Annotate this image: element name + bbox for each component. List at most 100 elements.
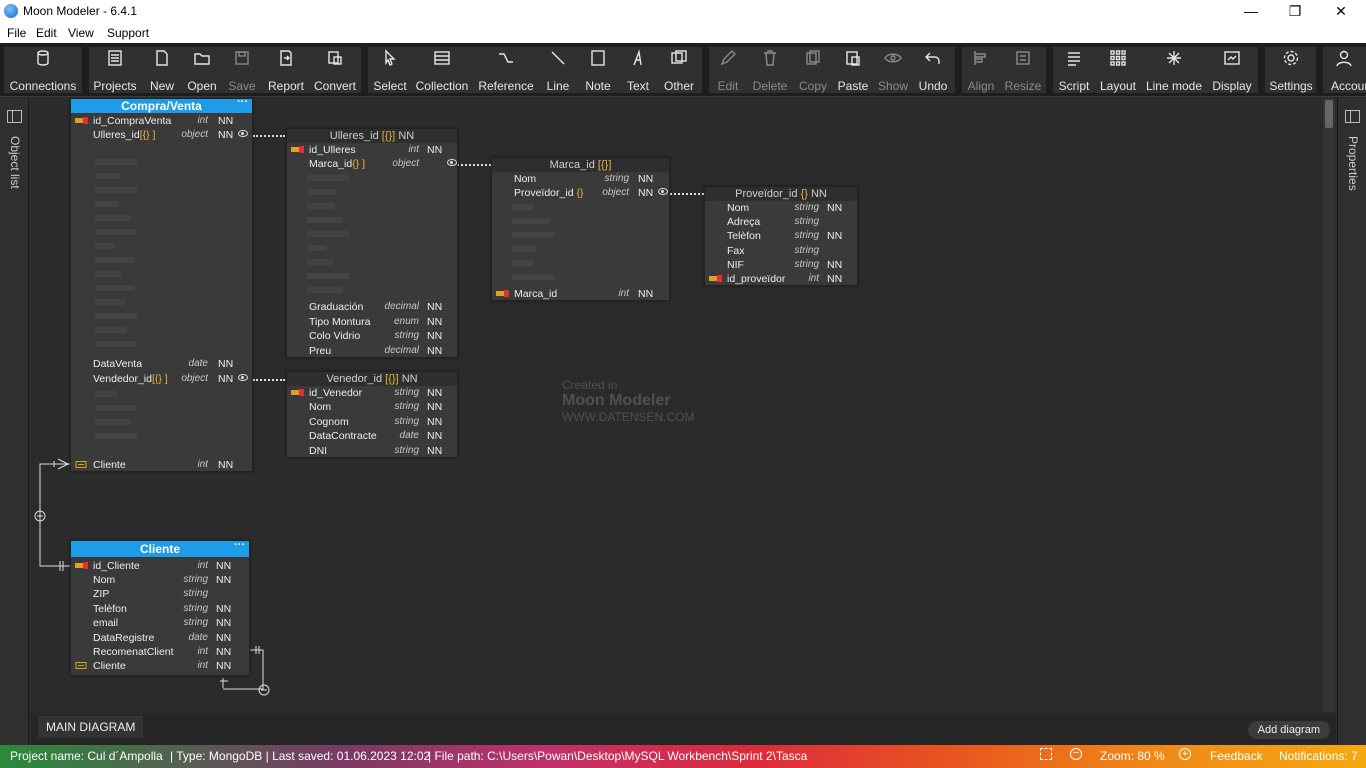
field-row[interactable]: DataContracte date NN <box>287 429 457 443</box>
field-row[interactable]: Preu decimal NN <box>287 344 457 358</box>
align-button[interactable]: Align <box>964 43 998 93</box>
field-row[interactable]: Telèfon string NN <box>705 229 857 243</box>
field-row[interactable]: Tipo Montura enum NN <box>287 315 457 329</box>
delete-button[interactable]: Delete <box>750 43 790 93</box>
new-button[interactable]: New <box>144 43 180 93</box>
report-button[interactable]: Report <box>264 43 308 93</box>
script-button[interactable]: Script <box>1055 43 1093 93</box>
paste-button[interactable]: Paste <box>834 43 872 93</box>
entity-proveidor[interactable]: Proveïdor_id {} NN Nom string NN Adreça … <box>704 186 858 286</box>
settings-button[interactable]: Settings <box>1266 43 1316 93</box>
vertical-scrollbar[interactable] <box>1323 98 1335 712</box>
object-list-panel[interactable]: Object list <box>0 98 29 745</box>
diagram-canvas[interactable]: Created in Moon Modeler WWW.DATENSEN.COM… <box>30 98 1322 714</box>
field-row[interactable]: Colo Vidrio string NN <box>287 329 457 343</box>
entity-header[interactable]: Proveïdor_id {} NN <box>705 187 857 201</box>
fit-screen-icon[interactable] <box>1040 748 1052 760</box>
menu-view[interactable]: View <box>68 26 94 40</box>
entity-header[interactable]: Marca_id [{}] <box>492 158 669 172</box>
eye-icon[interactable] <box>447 159 457 166</box>
maximize-button[interactable]: ❐ <box>1272 0 1318 24</box>
note-button[interactable]: Note <box>580 43 616 93</box>
field-row[interactable]: id_Ulleres int NN <box>287 143 457 157</box>
entity-venedor[interactable]: Venedor_id [{}] NN id_Venedor string NN … <box>286 371 458 458</box>
collection-button[interactable]: Collection <box>414 43 470 93</box>
text-button[interactable]: Text <box>620 43 656 93</box>
layout-button[interactable]: Layout <box>1097 43 1139 93</box>
display-button[interactable]: Display <box>1209 43 1255 93</box>
menu-edit[interactable]: Edit <box>36 26 57 40</box>
entity-ulleres[interactable]: Ulleres_id [{}] NN id_Ulleres int NN Mar… <box>286 128 458 358</box>
line-button[interactable]: Line <box>540 43 576 93</box>
field-row[interactable]: Nom string NN <box>71 573 249 587</box>
menu-support[interactable]: Support <box>107 26 149 40</box>
entity-header[interactable]: Ulleres_id [{}] NN <box>287 129 457 143</box>
field-row[interactable]: Nom string NN <box>705 201 857 215</box>
minimize-button[interactable]: — <box>1228 0 1274 24</box>
field-row[interactable]: Telèfon string NN <box>71 602 249 616</box>
other-button[interactable]: Other <box>660 43 698 93</box>
field-row[interactable]: Cliente int NN <box>71 659 249 673</box>
convert-button[interactable]: Convert <box>310 43 360 93</box>
entity-marca[interactable]: Marca_id [{}] Nom string NN Proveïdor_id… <box>491 157 670 301</box>
field-row[interactable]: Cliente int NN <box>71 458 252 472</box>
field-row[interactable]: Proveïdor_id {} object NN <box>492 186 669 200</box>
field-row[interactable]: Vendedor_id[{} ] object NN <box>71 372 252 386</box>
entity-header[interactable]: Venedor_id [{}] NN <box>287 372 457 386</box>
field-row[interactable]: ZIP string <box>71 587 249 601</box>
save-button[interactable]: Save <box>224 43 260 93</box>
tab-main-diagram[interactable]: MAIN DIAGRAM <box>38 716 144 738</box>
field-row[interactable]: Marca_id{} ] object <box>287 157 457 171</box>
notifications-link[interactable]: Notifications: 7 <box>1279 749 1358 763</box>
field-row[interactable]: id_CompraVenta int NN <box>71 114 252 128</box>
field-row[interactable]: Cognom string NN <box>287 415 457 429</box>
entity-header[interactable]: Cliente ··· <box>71 539 249 557</box>
field-row[interactable]: RecomenatClient int NN <box>71 645 249 659</box>
close-button[interactable]: ✕ <box>1318 0 1364 24</box>
field-row[interactable]: id_Venedor string NN <box>287 386 457 400</box>
entity-compra-venta[interactable]: Compra/Venta ··· id_CompraVenta int NN Ul… <box>70 98 253 472</box>
open-button[interactable]: Open <box>184 43 220 93</box>
panel-toggle-icon[interactable] <box>1345 110 1360 123</box>
properties-panel[interactable]: Properties <box>1337 98 1366 745</box>
field-row[interactable]: email string NN <box>71 616 249 630</box>
field-row[interactable]: Marca_id int NN <box>492 287 669 301</box>
feedback-link[interactable]: Feedback <box>1210 749 1263 763</box>
field-row[interactable]: Nom string NN <box>287 400 457 414</box>
field-row[interactable]: Nom string NN <box>492 172 669 186</box>
field-row[interactable]: Graduación decimal NN <box>287 300 457 314</box>
eye-icon[interactable] <box>238 374 248 381</box>
scrollbar-thumb[interactable] <box>1325 100 1333 128</box>
resize-button[interactable]: Resize <box>1002 43 1044 93</box>
copy-button[interactable]: Copy <box>796 43 830 93</box>
eye-icon[interactable] <box>238 130 248 137</box>
connections-button[interactable]: Connections <box>8 43 78 93</box>
entity-header[interactable]: Compra/Venta ··· <box>71 98 252 113</box>
field-row[interactable]: DNI string NN <box>287 444 457 458</box>
entity-menu-icon[interactable]: ··· <box>234 537 245 553</box>
field-row[interactable]: DataRegistre date NN <box>71 631 249 645</box>
panel-toggle-icon[interactable] <box>7 110 22 123</box>
account-button[interactable]: Accoun <box>1326 43 1366 93</box>
field-row[interactable]: Adreça string <box>705 215 857 229</box>
select-button[interactable]: Select <box>372 43 408 93</box>
field-row[interactable]: NIF string NN <box>705 258 857 272</box>
zoom-out-icon[interactable]: − <box>1070 748 1082 760</box>
field-row[interactable]: DataVenta date NN <box>71 357 252 371</box>
field-row[interactable]: id_proveïdor int NN <box>705 272 857 286</box>
line-mode-button[interactable]: Line mode <box>1143 43 1205 93</box>
show-button[interactable]: Show <box>874 43 912 93</box>
reference-button[interactable]: Reference <box>476 43 536 93</box>
add-diagram-button[interactable]: Add diagram <box>1247 721 1330 739</box>
edit-button[interactable]: Edit <box>712 43 744 93</box>
field-row[interactable]: Fax string <box>705 244 857 258</box>
undo-button[interactable]: Undo <box>914 43 952 93</box>
entity-menu-icon[interactable]: ··· <box>237 98 248 109</box>
entity-cliente[interactable]: Cliente ··· id_Cliente int NN Nom string … <box>70 539 250 676</box>
field-row[interactable]: id_Cliente int NN <box>71 559 249 573</box>
menu-file[interactable]: File <box>7 26 26 40</box>
field-row[interactable]: Ulleres_id[{} ] object NN <box>71 128 252 142</box>
zoom-in-icon[interactable]: + <box>1179 748 1191 760</box>
projects-button[interactable]: Projects <box>92 43 138 93</box>
eye-icon[interactable] <box>658 188 668 195</box>
